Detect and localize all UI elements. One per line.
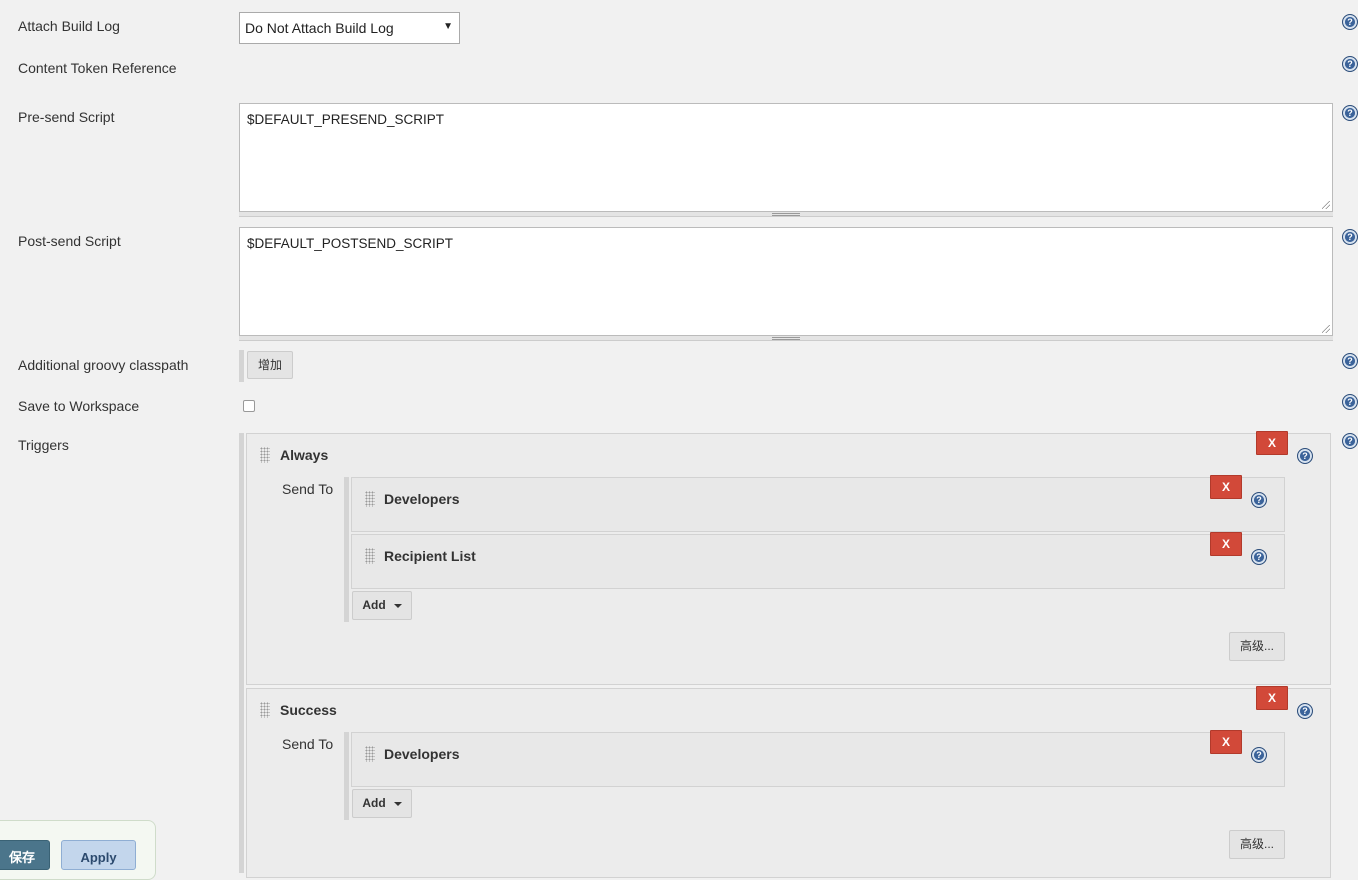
advanced-button[interactable]: 高级... xyxy=(1229,830,1285,859)
drag-handle-icon[interactable] xyxy=(260,702,270,718)
apply-button[interactable]: Apply xyxy=(61,840,136,870)
help-icon[interactable]: ? xyxy=(1297,703,1313,719)
section-bar xyxy=(239,350,244,382)
caret-down-icon xyxy=(393,801,402,806)
recipient-title: Developers xyxy=(384,746,460,762)
recipient-panel xyxy=(351,477,1285,532)
resize-grip-icon[interactable] xyxy=(1322,201,1330,209)
recipient-panel xyxy=(351,732,1285,787)
remove-recipient-button[interactable]: X xyxy=(1210,475,1242,499)
attach-build-log-select[interactable]: Do Not Attach Build Log ▼ xyxy=(239,12,460,44)
presend-script-label: Pre-send Script xyxy=(18,109,115,125)
help-icon[interactable]: ? xyxy=(1342,105,1358,121)
send-to-bar xyxy=(344,477,349,622)
help-icon[interactable]: ? xyxy=(1342,229,1358,245)
recipient-title: Developers xyxy=(384,491,460,507)
triggers-bar xyxy=(239,433,244,873)
help-icon[interactable]: ? xyxy=(1342,433,1358,449)
help-icon[interactable]: ? xyxy=(1251,747,1267,763)
remove-trigger-button[interactable]: X xyxy=(1256,431,1288,455)
send-to-label: Send To xyxy=(282,736,334,752)
send-to-bar xyxy=(344,732,349,820)
remove-recipient-button[interactable]: X xyxy=(1210,730,1242,754)
postsend-resize-handle[interactable] xyxy=(239,336,1333,341)
help-icon[interactable]: ? xyxy=(1251,492,1267,508)
content-token-label: Content Token Reference xyxy=(18,60,177,76)
help-icon[interactable]: ? xyxy=(1342,353,1358,369)
postsend-script-value: $DEFAULT_POSTSEND_SCRIPT xyxy=(247,236,454,251)
save-to-workspace-label: Save to Workspace xyxy=(18,398,140,414)
trigger-title: Always xyxy=(280,447,329,463)
presend-script-textarea[interactable]: $DEFAULT_PRESEND_SCRIPT xyxy=(239,103,1333,212)
drag-handle-icon[interactable] xyxy=(365,746,375,762)
help-icon[interactable]: ? xyxy=(1342,394,1358,410)
attach-build-log-label: Attach Build Log xyxy=(18,18,120,34)
trigger-title: Success xyxy=(280,702,337,718)
triggers-label: Triggers xyxy=(18,437,69,453)
advanced-button[interactable]: 高级... xyxy=(1229,632,1285,661)
help-icon[interactable]: ? xyxy=(1342,14,1358,30)
presend-script-value: $DEFAULT_PRESEND_SCRIPT xyxy=(247,112,445,127)
postsend-script-textarea[interactable]: $DEFAULT_POSTSEND_SCRIPT xyxy=(239,227,1333,336)
caret-down-icon xyxy=(393,603,402,608)
drag-handle-icon[interactable] xyxy=(365,548,375,564)
save-to-workspace-checkbox[interactable] xyxy=(243,400,255,412)
help-icon[interactable]: ? xyxy=(1297,448,1313,464)
add-classpath-button[interactable]: 增加 xyxy=(247,351,293,379)
presend-resize-handle[interactable] xyxy=(239,212,1333,217)
attach-build-log-value: Do Not Attach Build Log xyxy=(245,20,394,36)
remove-trigger-button[interactable]: X xyxy=(1256,686,1288,710)
drag-handle-icon[interactable] xyxy=(365,491,375,507)
help-icon[interactable]: ? xyxy=(1251,549,1267,565)
drag-handle-icon[interactable] xyxy=(260,447,270,463)
add-recipient-button[interactable]: Add xyxy=(352,591,412,620)
recipient-title: Recipient List xyxy=(384,548,476,564)
save-button[interactable]: 保存 xyxy=(0,840,50,870)
help-icon[interactable]: ? xyxy=(1342,56,1358,72)
postsend-script-label: Post-send Script xyxy=(18,233,121,249)
add-label: Add xyxy=(362,796,386,810)
remove-recipient-button[interactable]: X xyxy=(1210,532,1242,556)
send-to-label: Send To xyxy=(282,481,334,497)
classpath-label: Additional groovy classpath xyxy=(18,357,189,373)
add-recipient-button[interactable]: Add xyxy=(352,789,412,818)
resize-grip-icon[interactable] xyxy=(1322,325,1330,333)
add-label: Add xyxy=(362,598,386,612)
recipient-panel xyxy=(351,534,1285,589)
dropdown-arrow-icon: ▼ xyxy=(443,21,453,32)
